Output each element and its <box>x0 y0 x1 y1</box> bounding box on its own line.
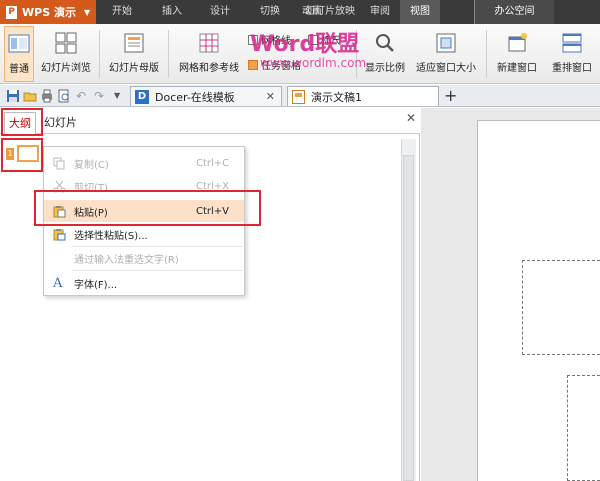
slide-master-button[interactable]: 幻灯片母版 <box>105 26 163 82</box>
annotation-highlight-box <box>34 190 261 226</box>
tab-presentation1[interactable]: 演示文稿1 <box>287 86 439 106</box>
docer-logo-icon: D <box>135 89 149 104</box>
slide-sorter-icon <box>55 32 77 54</box>
arrange-windows-icon <box>562 33 582 53</box>
slide-master-label: 幻灯片母版 <box>109 63 159 74</box>
tab-transition[interactable]: 切换 <box>250 0 290 24</box>
tab-insert[interactable]: 插入 <box>150 0 194 24</box>
ribbon-separator <box>168 30 169 78</box>
zoom-button[interactable]: 显示比例 <box>362 26 408 82</box>
customize-dropdown-icon[interactable]: ▼ <box>114 89 128 103</box>
presentation-file-icon <box>292 89 305 104</box>
close-pane-icon[interactable]: ✕ <box>406 111 416 125</box>
print-preview-icon[interactable] <box>57 89 71 103</box>
fit-window-button[interactable]: 适应窗口大小 <box>412 26 480 82</box>
grid-guides-label: 网格和参考线 <box>179 63 239 74</box>
fit-window-icon <box>436 33 456 53</box>
normal-view-label: 普通 <box>9 64 29 75</box>
close-tab-icon[interactable]: ✕ <box>266 90 275 103</box>
print-icon[interactable] <box>40 89 54 103</box>
fit-window-label: 适应窗口大小 <box>416 63 476 74</box>
scrollbar-thumb[interactable] <box>403 155 414 481</box>
watermark-brand: Word联盟 <box>250 32 360 57</box>
zoom-label: 显示比例 <box>365 63 405 74</box>
tab-home[interactable]: 开始 <box>100 0 144 24</box>
menu-item-label: 选择性粘贴(S)... <box>74 230 148 242</box>
tab-docer-templates[interactable]: D Docer-在线模板 ✕ <box>130 86 282 106</box>
save-icon[interactable] <box>6 89 20 103</box>
new-window-icon <box>508 33 527 52</box>
new-tab-plus-icon[interactable]: + <box>444 87 457 105</box>
slide-number: 1 <box>6 148 14 160</box>
grid-guides-button[interactable]: 网格和参考线 <box>174 26 244 82</box>
menu-item-reconvert-ime[interactable]: 通过输入法重选文字(R) <box>44 247 244 269</box>
subtitle-placeholder[interactable] <box>567 375 600 481</box>
annotation-highlight-box <box>1 108 43 136</box>
menu-item-label: 字体(F)... <box>74 279 118 291</box>
new-window-button[interactable]: 新建窗口 <box>492 26 542 82</box>
ribbon: 普通 幻灯片浏览 幻灯片母版 网格和参考线 网格线 标尺 任务窗格 显示比例 适… <box>0 24 600 84</box>
normal-view-button[interactable]: 普通 <box>4 26 34 82</box>
redo-icon[interactable]: ↷ <box>94 89 108 103</box>
slide-browse-button[interactable]: 幻灯片浏览 <box>38 26 94 82</box>
menu-item-font[interactable]: A 字体(F)... <box>44 272 244 294</box>
grid-icon <box>199 33 219 53</box>
office-space-button[interactable]: 办公空间 <box>474 0 554 24</box>
menu-item-copy[interactable]: 复制(C) Ctrl+C <box>44 152 244 174</box>
shortcut-label: Ctrl+C <box>196 157 230 169</box>
slide-master-icon <box>124 33 144 53</box>
new-window-label: 新建窗口 <box>497 63 537 74</box>
ribbon-separator <box>99 30 100 78</box>
dropdown-arrow-icon: ▼ <box>83 7 91 17</box>
doc-tab-label: Docer-在线模板 <box>155 90 235 104</box>
menu-item-label: 通过输入法重选文字(R) <box>74 254 179 266</box>
watermark-url: www.wordlm.com <box>260 56 367 70</box>
paste-special-icon <box>53 228 66 240</box>
tab-review[interactable]: 审阅 <box>360 0 400 24</box>
font-a-icon: A <box>53 275 63 291</box>
magnifier-icon <box>376 34 394 52</box>
copy-icon <box>53 157 65 169</box>
menu-bar: P WPS 演示 ▼ 开始 插入 设计 切换 动画 幻灯片放映 审阅 视图 办公… <box>0 0 600 24</box>
tab-slides[interactable]: 幻灯片 <box>40 112 81 134</box>
title-placeholder[interactable] <box>522 260 600 355</box>
app-menu-button[interactable]: P WPS 演示 ▼ <box>0 0 96 24</box>
arrange-windows-button[interactable]: 重排窗口 <box>544 26 600 82</box>
pane-tabs: 大纲 幻灯片 ✕ <box>0 108 420 134</box>
wps-logo-icon: P <box>6 5 17 19</box>
tab-design[interactable]: 设计 <box>198 0 242 24</box>
tab-slideshow[interactable]: 幻灯片放映 <box>300 0 360 24</box>
slide-thumbnail[interactable] <box>17 145 39 162</box>
menu-separator <box>72 270 242 271</box>
tab-view[interactable]: 视图 <box>400 0 440 24</box>
undo-icon[interactable]: ↶ <box>76 89 90 103</box>
folder-icon[interactable] <box>23 89 37 103</box>
menu-item-label: 复制(C) <box>74 159 109 171</box>
menu-item-paste-special[interactable]: 选择性粘贴(S)... <box>44 223 244 245</box>
quick-access-bar: ↶ ↷ ▼ D Docer-在线模板 ✕ 演示文稿1 + <box>0 85 600 107</box>
arrange-windows-label: 重排窗口 <box>552 63 592 74</box>
app-name: WPS 演示 <box>22 6 76 19</box>
slide-browse-label: 幻灯片浏览 <box>41 63 91 74</box>
checkbox-checked-icon <box>248 59 258 70</box>
doc-tab-label: 演示文稿1 <box>311 90 362 104</box>
ribbon-separator <box>486 30 487 78</box>
normal-view-icon <box>8 34 30 53</box>
